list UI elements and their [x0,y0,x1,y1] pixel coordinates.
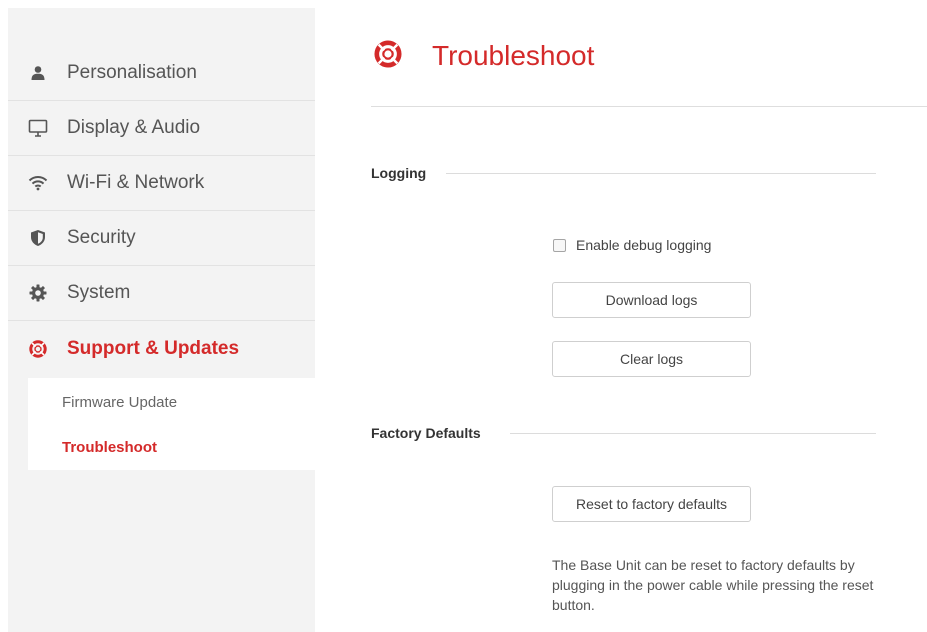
page-title: Troubleshoot [432,40,595,71]
section-title-factory-defaults: Factory Defaults [371,425,481,441]
clear-logs-button[interactable]: Clear logs [552,341,751,377]
download-logs-button[interactable]: Download logs [552,282,751,318]
lifebuoy-icon [28,339,48,359]
checkbox-box[interactable] [553,238,566,252]
sidebar-item-support-updates[interactable]: Support & Updates [8,321,315,376]
sidebar-item-label: Security [67,227,136,248]
wifi-icon [28,173,48,193]
support-submenu: Firmware Update Troubleshoot [28,378,315,470]
sidebar-item-display-audio[interactable]: Display & Audio [8,101,315,156]
sidebar-item-label: Wi-Fi & Network [67,172,205,193]
gear-icon [28,283,48,303]
shield-icon [28,228,48,248]
header-divider [371,106,927,107]
checkbox-label: Enable debug logging [576,237,712,253]
sidebar-item-personalisation[interactable]: Personalisation [8,46,315,101]
submenu-item-firmware-update[interactable]: Firmware Update [62,394,177,411]
sidebar-item-security[interactable]: Security [8,211,315,266]
monitor-icon [28,118,48,138]
enable-debug-logging-checkbox[interactable]: Enable debug logging [553,237,711,253]
submenu-item-troubleshoot[interactable]: Troubleshoot [62,439,157,456]
factory-reset-note: The Base Unit can be reset to factory de… [552,557,874,613]
reset-factory-defaults-button[interactable]: Reset to factory defaults [552,486,751,522]
sidebar-item-wifi-network[interactable]: Wi-Fi & Network [8,156,315,211]
section-divider [446,173,876,174]
sidebar: Personalisation Display & Audio Wi-Fi & … [8,8,315,632]
person-icon [28,63,48,83]
sidebar-item-label: Display & Audio [67,117,201,138]
section-divider [510,433,876,434]
sidebar-item-system[interactable]: System [8,266,315,321]
sidebar-item-label: Personalisation [67,62,197,83]
lifebuoy-icon [374,40,402,68]
sidebar-item-label: Support & Updates [67,337,240,359]
section-title-logging: Logging [371,165,427,181]
sidebar-item-label: System [67,282,131,303]
